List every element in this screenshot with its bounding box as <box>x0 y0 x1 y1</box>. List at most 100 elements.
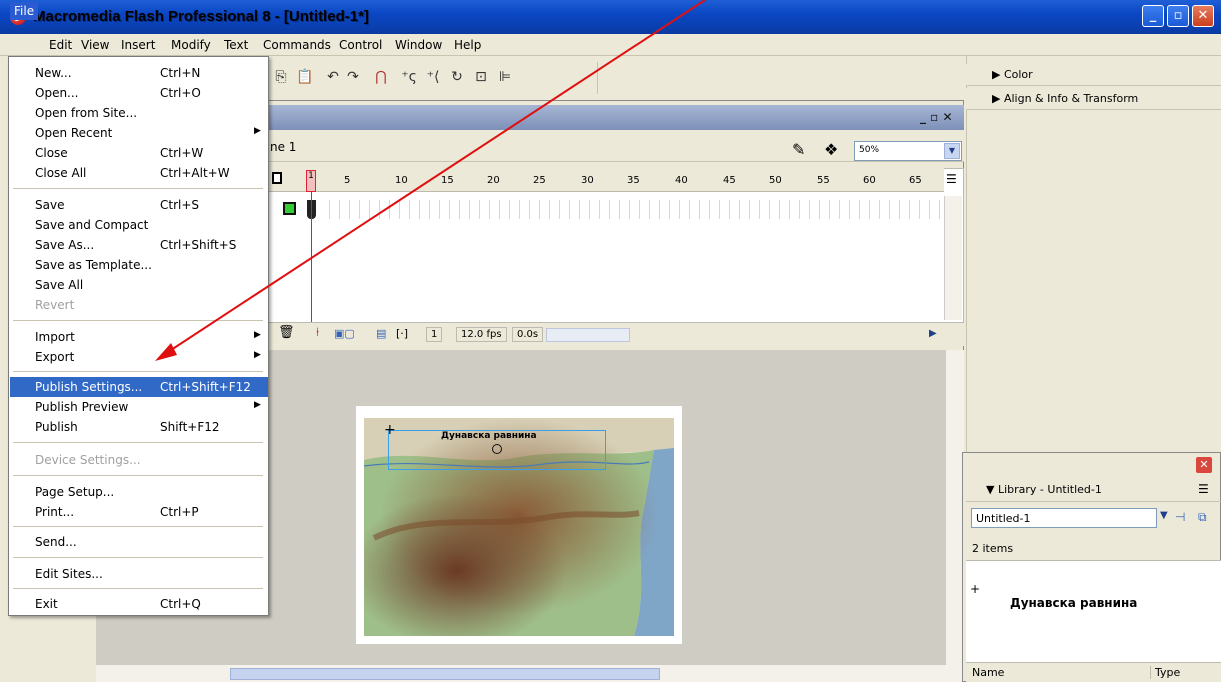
menu-commands[interactable]: Commands <box>260 37 334 53</box>
menu-item-exit[interactable]: Exit Ctrl+Q <box>10 594 268 614</box>
menu-separator <box>13 442 263 443</box>
timeline-scrollbar[interactable] <box>944 196 962 320</box>
layer-frames-row[interactable] <box>320 200 946 219</box>
maximize-button[interactable]: ▫ <box>1167 5 1189 27</box>
new-library-panel-icon[interactable]: ⧉ <box>1198 510 1207 525</box>
menu-item-shortcut: Ctrl+Shift+S <box>160 238 237 252</box>
menu-item-shortcut: Ctrl+Shift+F12 <box>160 380 251 394</box>
menu-file[interactable]: File <box>10 2 39 20</box>
menu-item-label: Close All <box>35 166 87 180</box>
frame-number: 35 <box>627 175 640 186</box>
minimize-button[interactable]: _ <box>1142 5 1164 27</box>
menu-help[interactable]: Help <box>451 37 484 53</box>
close-icon[interactable]: ✕ <box>1196 457 1212 473</box>
registration-crosshair-icon: + <box>970 582 981 596</box>
file-menu-dropdown: New... Ctrl+N Open... Ctrl+O Open from Sit… <box>8 56 269 616</box>
menu-item-publish-preview[interactable]: Publish Preview ▶ <box>10 397 268 417</box>
column-name[interactable]: Name <box>972 666 1004 679</box>
timeline-menu-icon[interactable]: ☰ <box>946 172 957 186</box>
edit-multiple-frames-icon[interactable]: ▤ <box>376 327 386 340</box>
chevron-down-icon[interactable]: ▼ <box>944 143 960 159</box>
menu-text[interactable]: Text <box>221 37 251 53</box>
library-select[interactable]: Untitled-1 <box>971 508 1157 528</box>
menu-item-label: Publish Settings... <box>35 380 143 394</box>
align-icon[interactable]: ⊫ <box>496 68 514 86</box>
map-label-text[interactable]: Дунавска равнина <box>441 431 537 441</box>
scroll-thumb[interactable] <box>230 668 660 680</box>
timeline-hscroll[interactable] <box>546 328 630 342</box>
frame-number: 20 <box>487 175 500 186</box>
straighten-icon[interactable]: ⁺⟨ <box>424 68 442 86</box>
onion-skin-icon[interactable]: ▣▢ <box>334 327 355 340</box>
outline-toggle-icon[interactable] <box>272 172 282 184</box>
menu-item-page-setup[interactable]: Page Setup... <box>10 482 268 502</box>
scroll-right-icon[interactable]: ▶ <box>929 328 937 339</box>
close-button[interactable]: ✕ <box>1192 5 1214 27</box>
onion-markers-icon[interactable]: [·] <box>396 327 408 340</box>
menu-item-import[interactable]: Import ▶ <box>10 327 268 347</box>
menu-item-open-from-site[interactable]: Open from Site... <box>10 103 268 123</box>
menu-item-edit-sites[interactable]: Edit Sites... <box>10 564 268 584</box>
frame-number: 55 <box>817 175 830 186</box>
scene-label[interactable]: ne 1 <box>270 140 296 154</box>
pin-library-icon[interactable]: ⊣ <box>1175 510 1185 524</box>
frame-ruler[interactable] <box>268 168 944 192</box>
chevron-down-icon[interactable]: ▼ <box>1160 510 1168 521</box>
frame-number: 25 <box>533 175 546 186</box>
paste-icon[interactable]: 📋 <box>296 68 314 86</box>
menu-item-label: Save <box>35 198 65 212</box>
menu-item-publish[interactable]: Publish Shift+F12 <box>10 417 268 437</box>
menu-item-label: Close <box>35 146 68 160</box>
copy-icon[interactable]: ⎘ <box>272 68 290 86</box>
menu-item-new[interactable]: New... Ctrl+N <box>10 63 268 83</box>
document-window-controls[interactable]: _ ▫ ✕ <box>920 110 953 124</box>
menu-item-print[interactable]: Print... Ctrl+P <box>10 502 268 522</box>
submenu-arrow-icon: ▶ <box>254 400 261 410</box>
layer-color-icon[interactable] <box>283 202 296 215</box>
menu-item-open-recent[interactable]: Open Recent ▶ <box>10 123 268 143</box>
menu-view[interactable]: View <box>78 37 112 53</box>
menu-item-close-all[interactable]: Close All Ctrl+Alt+W <box>10 163 268 183</box>
library-header[interactable]: ▼ Library - Untitled-1 <box>966 478 1221 502</box>
menu-item-save-all[interactable]: Save All <box>10 275 268 295</box>
center-frame-icon[interactable]: ⍿ <box>316 325 319 340</box>
menu-item-save[interactable]: Save Ctrl+S <box>10 195 268 215</box>
menu-item-save-and-compact[interactable]: Save and Compact <box>10 215 268 235</box>
menu-item-save-as-template[interactable]: Save as Template... <box>10 255 268 275</box>
menu-control[interactable]: Control <box>336 37 385 53</box>
menu-item-send[interactable]: Send... <box>10 532 268 552</box>
redo-icon[interactable]: ↷ <box>344 68 362 86</box>
edit-scene-icon[interactable]: ❖ <box>824 140 838 159</box>
color-panel-header[interactable]: ▶ Color <box>966 64 1221 86</box>
current-frame-display: 1 <box>426 327 443 342</box>
undo-icon[interactable]: ↶ <box>324 68 342 86</box>
menu-item-device-settings: Device Settings... <box>10 450 268 470</box>
menu-item-save-as[interactable]: Save As... Ctrl+Shift+S <box>10 235 268 255</box>
menu-item-export[interactable]: Export ▶ <box>10 347 268 367</box>
menu-item-open[interactable]: Open... Ctrl+O <box>10 83 268 103</box>
scale-icon[interactable]: ⊡ <box>472 68 490 86</box>
menu-window[interactable]: Window <box>392 37 445 53</box>
panel-label: Align & Info & Transform <box>1003 92 1139 105</box>
menu-item-close[interactable]: Close Ctrl+W <box>10 143 268 163</box>
window-title: Macromedia Flash Professional 8 - [Untit… <box>33 8 369 25</box>
align-panel-header[interactable]: ▶ Align & Info & Transform <box>966 88 1221 110</box>
rotate-icon[interactable]: ↻ <box>448 68 466 86</box>
library-menu-icon[interactable]: ☰ <box>1198 482 1209 496</box>
menu-item-label: Save All <box>35 278 84 292</box>
column-type[interactable]: Type <box>1150 666 1180 679</box>
menu-item-shortcut: Ctrl+O <box>160 86 201 100</box>
snap-magnet-icon[interactable]: ⋂ <box>372 68 390 86</box>
smooth-icon[interactable]: ⁺ς <box>400 68 418 86</box>
delete-layer-icon[interactable]: 🗑 <box>278 325 295 340</box>
menu-insert[interactable]: Insert <box>118 37 158 53</box>
frame-number: 50 <box>769 175 782 186</box>
menu-item-label: Page Setup... <box>35 485 115 499</box>
menu-item-publish-settings[interactable]: Publish Settings... Ctrl+Shift+F12 <box>10 377 268 397</box>
menu-edit[interactable]: Edit <box>46 37 75 53</box>
transform-point-icon <box>492 444 502 454</box>
edit-symbols-icon[interactable]: ✎ <box>792 140 805 159</box>
playhead[interactable]: 1 <box>306 170 316 192</box>
frame-rate-display: 12.0 fps <box>456 327 507 342</box>
menu-modify[interactable]: Modify <box>168 37 214 53</box>
